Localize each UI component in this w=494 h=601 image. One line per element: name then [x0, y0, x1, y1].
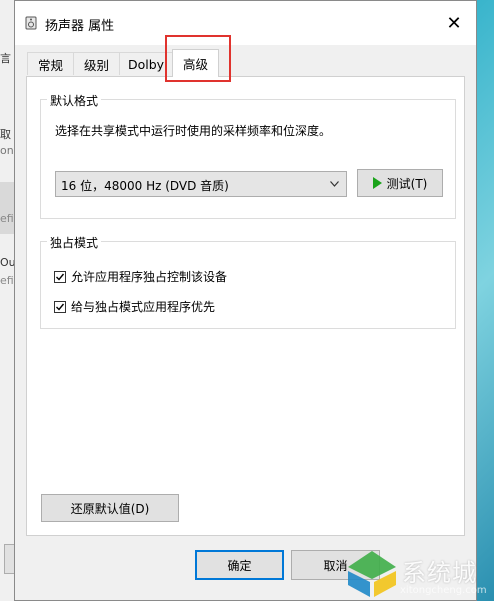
default-format-group: 默认格式: [40, 92, 456, 219]
exclusive-priority-label: 给与独占模式应用程序优先: [71, 300, 216, 314]
checkmark-icon: [56, 303, 65, 311]
advanced-tab-highlight-box: [165, 35, 231, 82]
checkmark-icon: [56, 273, 65, 281]
watermark-logo-icon: [348, 551, 396, 597]
exclusive-priority-option[interactable]: 给与独占模式应用程序优先: [54, 298, 215, 315]
background-text-fragment: efi: [0, 212, 14, 225]
exclusive-mode-group: 独占模式: [40, 234, 456, 329]
tab-levels[interactable]: 级别: [73, 52, 120, 75]
allow-exclusive-control-checkbox[interactable]: [54, 270, 66, 283]
watermark-text: 系统城: [402, 559, 477, 587]
tab-general[interactable]: 常规: [27, 52, 74, 75]
allow-exclusive-control-label: 允许应用程序独占控制该设备: [71, 270, 228, 284]
close-icon: ✕: [446, 12, 462, 34]
sample-format-select[interactable]: 16 位，48000 Hz (DVD 音质): [55, 171, 347, 197]
allow-exclusive-control-option[interactable]: 允许应用程序独占控制该设备: [54, 268, 227, 285]
test-button-label: 测试(T): [386, 176, 428, 191]
play-icon: [372, 177, 382, 189]
watermark-url: xitongcheng.com: [400, 585, 487, 596]
advanced-tab-panel: 默认格式 选择在共享模式中运行时使用的采样频率和位深度。 16 位，48000 …: [26, 76, 465, 536]
test-button[interactable]: 测试(T): [357, 169, 443, 197]
default-format-description: 选择在共享模式中运行时使用的采样频率和位深度。: [55, 124, 332, 138]
exclusive-priority-checkbox[interactable]: [54, 300, 66, 313]
restore-defaults-button[interactable]: 还原默认值(D): [41, 494, 179, 522]
close-button[interactable]: ✕: [432, 1, 476, 45]
sample-format-value: 16 位，48000 Hz (DVD 音质): [61, 179, 229, 193]
exclusive-mode-label: 独占模式: [47, 234, 102, 251]
ok-button[interactable]: 确定: [195, 550, 284, 580]
speaker-icon: [25, 16, 37, 30]
background-text-fragment: 言: [0, 52, 11, 65]
speaker-properties-dialog: 扬声器 属性 ✕ 常规 级别 Dolby 高级 默认格式 选择在共享模式中运行时…: [14, 0, 477, 601]
title-bar[interactable]: 扬声器 属性 ✕: [15, 1, 476, 45]
background-text-fragment: 取: [0, 128, 11, 141]
background-text-fragment: efi: [0, 274, 14, 287]
chevron-down-icon: [330, 181, 339, 187]
background-text-fragment: on: [0, 144, 14, 157]
site-watermark: 系统城 xitongcheng.com: [340, 545, 494, 601]
dialog-title: 扬声器 属性: [45, 19, 115, 34]
default-format-label: 默认格式: [47, 92, 102, 109]
